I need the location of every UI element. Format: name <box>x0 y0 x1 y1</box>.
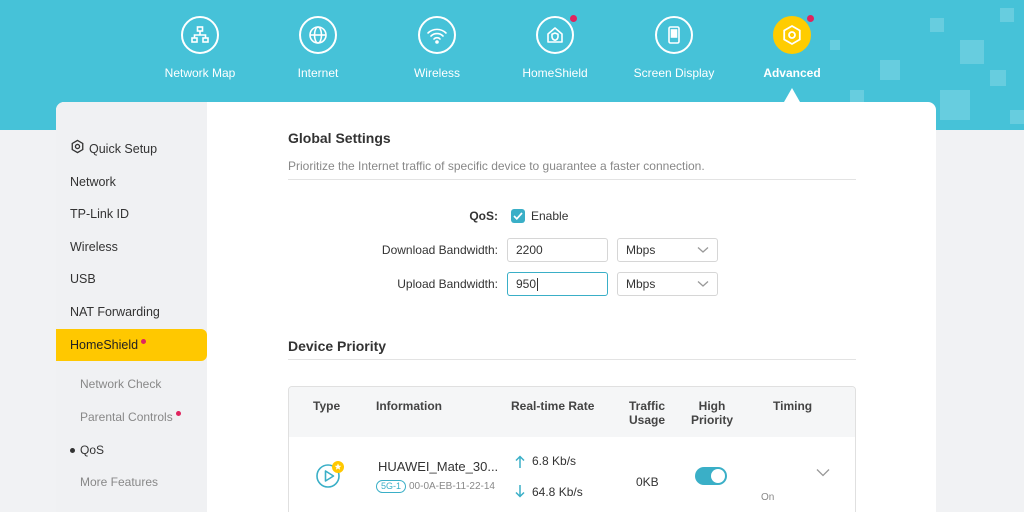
device-priority-table: Type Information Real-time Rate Traffic … <box>288 386 856 512</box>
gear-icon <box>70 134 85 166</box>
sidebar-item-wireless[interactable]: Wireless <box>56 231 207 263</box>
nav-homeshield[interactable]: HomeShield <box>495 15 615 80</box>
sidebar-item-nat-forwarding[interactable]: NAT Forwarding <box>56 296 207 328</box>
column-type: Type <box>313 399 341 413</box>
sidebar-item-label: NAT Forwarding <box>70 305 160 319</box>
nav-screen-display[interactable]: Screen Display <box>614 16 734 80</box>
high-priority-toggle[interactable] <box>695 467 727 485</box>
nav-label: Internet <box>297 66 339 80</box>
download-bandwidth-value: 2200 <box>516 243 543 257</box>
sidebar: Quick Setup Network TP-Link ID Wireless … <box>56 102 207 512</box>
global-settings-description: Prioritize the Internet traffic of speci… <box>288 159 705 173</box>
nav-network-map[interactable]: Network Map <box>140 16 260 80</box>
nav-internet[interactable]: Internet <box>258 16 378 80</box>
active-tab-pointer <box>784 88 800 102</box>
qos-label: QoS: <box>469 209 498 223</box>
device-name: HUAWEI_Mate_30... <box>378 459 499 474</box>
upload-rate: 6.8 Kb/s <box>532 454 577 468</box>
media-play-icon <box>315 460 345 495</box>
sidebar-item-label: Quick Setup <box>89 142 158 156</box>
mac-address: 00-0A-EB-11-22-14 <box>409 481 495 492</box>
notification-dot <box>175 411 181 416</box>
sidebar-subitem-parental-controls[interactable]: Parental Controls <box>56 402 207 432</box>
nav-advanced[interactable]: Advanced <box>732 15 852 80</box>
table-header: Type Information Real-time Rate Traffic … <box>289 387 855 437</box>
column-high-priority: High Priority <box>687 399 737 427</box>
sidebar-subitem-label: QoS <box>80 443 105 457</box>
sidebar-item-label: USB <box>70 272 96 286</box>
divider <box>288 179 856 180</box>
column-priority-line2: Priority <box>690 413 733 427</box>
sidebar-subitem-network-check[interactable]: Network Check <box>56 369 207 399</box>
nav-label: Network Map <box>164 66 236 80</box>
notification-dot <box>807 15 814 22</box>
column-priority-line1: High <box>698 399 726 413</box>
arrow-down-icon <box>515 484 525 503</box>
sidebar-item-network[interactable]: Network <box>56 166 207 198</box>
device-priority-heading: Device Priority <box>288 338 387 354</box>
sidebar-subitem-qos[interactable]: QoS <box>56 435 207 465</box>
screen-display-icon <box>655 16 693 54</box>
nav-label: HomeShield <box>522 66 588 80</box>
globe-icon <box>299 16 337 54</box>
sidebar-item-label: Wireless <box>70 240 118 254</box>
download-unit-select[interactable]: Mbps <box>617 238 718 262</box>
text-cursor <box>537 278 539 292</box>
gear-icon <box>773 15 814 54</box>
divider <box>288 359 856 360</box>
traffic-usage: 0KB <box>636 475 659 489</box>
column-timing: Timing <box>773 399 813 413</box>
network-map-icon <box>181 16 219 54</box>
column-traffic-usage: Traffic Usage <box>629 399 665 427</box>
upload-unit-value: Mbps <box>626 277 656 291</box>
sidebar-item-tplink-id[interactable]: TP-Link ID <box>56 198 207 230</box>
upload-bandwidth-input[interactable]: 950 <box>507 272 608 296</box>
upload-bandwidth-value: 950 <box>516 277 537 291</box>
sidebar-subitem-more-features[interactable]: More Features <box>56 467 207 497</box>
home-shield-icon <box>536 15 577 54</box>
column-traffic-line1: Traffic <box>629 399 666 413</box>
chevron-down-icon <box>697 281 709 287</box>
current-page-bullet <box>70 448 75 454</box>
nav-wireless[interactable]: Wireless <box>377 16 497 80</box>
toggle-knob <box>711 469 725 483</box>
download-bandwidth-label: Download Bandwidth: <box>381 243 498 257</box>
sidebar-item-label: HomeShield <box>70 338 139 352</box>
notification-dot <box>570 15 577 22</box>
notification-dot <box>141 339 147 344</box>
nav-label: Wireless <box>413 66 460 80</box>
upload-bandwidth-label: Upload Bandwidth: <box>397 277 498 291</box>
arrow-up-icon <box>515 455 525 474</box>
sidebar-item-usb[interactable]: USB <box>56 263 207 295</box>
nav-label: Advanced <box>763 66 821 80</box>
download-bandwidth-input[interactable]: 2200 <box>507 238 608 262</box>
wifi-icon <box>418 16 456 54</box>
timing-status: On <box>761 492 775 503</box>
band-badge: 5G-1 <box>376 480 407 493</box>
settings-panel: Quick Setup Network TP-Link ID Wireless … <box>56 102 936 512</box>
sidebar-subitem-label: More Features <box>80 475 159 489</box>
qos-enable-checkbox[interactable] <box>511 209 525 223</box>
sidebar-subitem-label: Parental Controls <box>80 410 173 424</box>
checkmark-icon <box>513 212 523 220</box>
column-traffic-line2: Usage <box>629 413 666 427</box>
global-settings-heading: Global Settings <box>288 130 391 146</box>
column-realtime-rate: Real-time Rate <box>511 399 595 413</box>
nav-label: Screen Display <box>633 66 715 80</box>
qos-enable-label: Enable <box>531 209 569 223</box>
sidebar-item-label: TP-Link ID <box>70 207 130 221</box>
sidebar-subitem-label: Network Check <box>80 377 162 391</box>
chevron-down-icon <box>697 247 709 253</box>
download-rate: 64.8 Kb/s <box>532 485 583 499</box>
sidebar-item-label: Network <box>70 175 116 189</box>
sidebar-item-quick-setup[interactable]: Quick Setup <box>56 133 207 165</box>
sidebar-item-homeshield[interactable]: HomeShield <box>56 329 207 361</box>
column-information: Information <box>376 399 442 413</box>
download-unit-value: Mbps <box>626 243 656 257</box>
upload-unit-select[interactable]: Mbps <box>617 272 718 296</box>
chevron-down-icon[interactable] <box>816 464 830 482</box>
